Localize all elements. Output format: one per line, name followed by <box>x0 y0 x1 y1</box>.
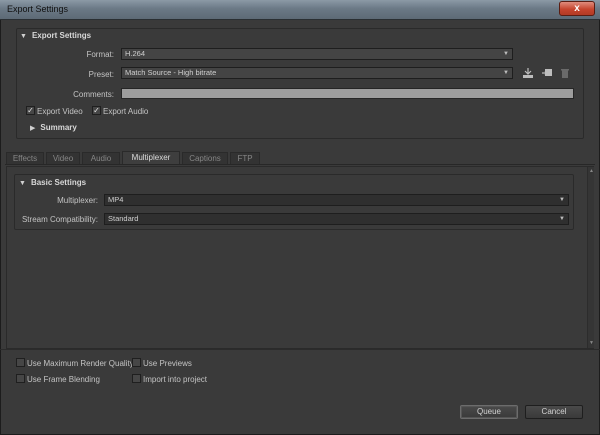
save-preset-icon[interactable] <box>522 67 534 79</box>
preset-dropdown[interactable]: Match Source - High bitrate ▼ <box>121 67 513 79</box>
export-settings-header[interactable]: ▼ Export Settings <box>20 31 91 40</box>
export-video-checkbox[interactable]: ✓ <box>26 106 35 115</box>
export-video-label: Export Video <box>37 107 83 116</box>
comments-field[interactable] <box>121 88 574 99</box>
chevron-down-icon: ▼ <box>559 216 565 222</box>
use-previews-checkbox[interactable] <box>132 358 141 367</box>
stream-compatibility-label: Stream Compatibility: <box>21 215 98 224</box>
stream-compatibility-dropdown[interactable]: Standard ▼ <box>104 213 569 225</box>
close-icon: x <box>574 3 580 14</box>
tab-audio[interactable]: Audio <box>82 152 120 164</box>
format-dropdown[interactable]: H.264 ▼ <box>121 48 513 60</box>
checkmark-icon: ✓ <box>27 106 34 115</box>
tab-captions[interactable]: Captions <box>182 152 228 164</box>
cancel-button[interactable]: Cancel <box>525 405 583 419</box>
frame-blending-label: Use Frame Blending <box>27 375 100 384</box>
tab-divider <box>5 164 595 165</box>
tab-effects[interactable]: Effects <box>6 152 44 164</box>
multiplexer-label: Multiplexer: <box>57 196 98 205</box>
basic-settings-header[interactable]: ▼ Basic Settings <box>19 178 86 187</box>
title-bar[interactable]: Export Settings x <box>0 0 600 20</box>
delete-preset-icon[interactable] <box>559 67 571 79</box>
tab-ftp[interactable]: FTP <box>230 152 260 164</box>
import-preset-icon[interactable] <box>541 67 553 79</box>
panel-scrollbar[interactable]: ▲ ▼ <box>587 167 594 348</box>
import-into-project-label: Import into project <box>143 375 208 384</box>
frame-blending-checkbox[interactable] <box>16 374 25 383</box>
checkmark-icon: ✓ <box>93 106 100 115</box>
bottom-divider <box>0 349 600 350</box>
preset-label: Preset: <box>88 70 114 79</box>
format-label: Format: <box>86 50 114 59</box>
preset-value: Match Source - High bitrate <box>125 68 217 77</box>
chevron-down-icon: ▼ <box>503 70 509 76</box>
multiplexer-value: MP4 <box>108 195 124 204</box>
multiplexer-dropdown[interactable]: MP4 ▼ <box>104 194 569 206</box>
comments-label: Comments: <box>73 90 114 99</box>
stream-compatibility-value: Standard <box>108 214 139 223</box>
expand-triangle-icon: ▶ <box>30 125 36 132</box>
collapse-triangle-icon: ▼ <box>20 33 27 40</box>
queue-button[interactable]: Queue <box>460 405 518 419</box>
window-title: Export Settings <box>7 4 69 14</box>
max-render-quality-checkbox[interactable] <box>16 358 25 367</box>
use-previews-label: Use Previews <box>143 359 192 368</box>
import-into-project-checkbox[interactable] <box>132 374 141 383</box>
tab-video[interactable]: Video <box>46 152 80 164</box>
chevron-down-icon: ▼ <box>559 197 565 203</box>
max-render-quality-label: Use Maximum Render Quality <box>27 359 134 368</box>
summary-toggle[interactable]: ▶ Summary <box>30 123 77 132</box>
export-audio-checkbox[interactable]: ✓ <box>92 106 101 115</box>
close-button[interactable]: x <box>559 1 595 16</box>
tab-multiplexer[interactable]: Multiplexer <box>122 151 180 165</box>
format-value: H.264 <box>125 49 146 58</box>
export-settings-group <box>16 28 584 139</box>
collapse-triangle-icon: ▼ <box>19 180 26 187</box>
scroll-up-icon[interactable]: ▲ <box>588 168 595 174</box>
export-audio-label: Export Audio <box>103 107 149 116</box>
chevron-down-icon: ▼ <box>503 51 509 57</box>
scroll-down-icon[interactable]: ▼ <box>588 340 595 346</box>
